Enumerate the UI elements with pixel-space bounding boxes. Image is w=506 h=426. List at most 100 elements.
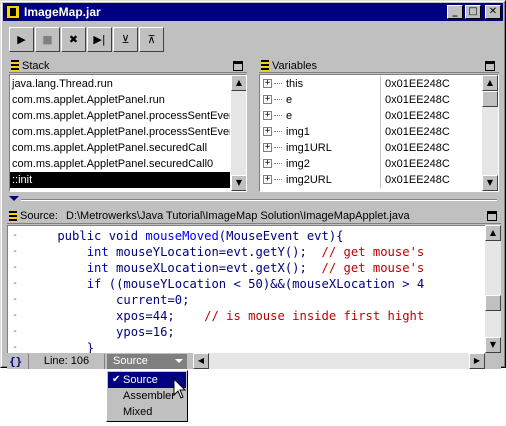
float-panel-icon[interactable] <box>485 60 495 71</box>
kill-button[interactable]: ✖ <box>61 27 86 52</box>
checkmark-icon: ✔ <box>112 374 121 385</box>
breakpoint-dash-icon[interactable]: - <box>12 308 18 324</box>
float-panel-icon[interactable] <box>487 211 497 221</box>
run-button[interactable]: ▶ <box>9 27 34 52</box>
expand-plus-icon[interactable]: + <box>263 175 272 184</box>
stack-scrollbar[interactable]: ▲ ▼ <box>231 75 246 191</box>
float-panel-icon[interactable] <box>233 60 243 71</box>
source-hscrollbar[interactable]: ◀ ▶ <box>193 353 485 369</box>
code-line[interactable]: - } <box>8 340 485 353</box>
breakpoint-dash-icon[interactable]: - <box>12 260 18 276</box>
code-token: int <box>86 261 109 275</box>
variable-row[interactable]: + img2URL 0x01EE248C <box>260 172 482 188</box>
panel-grip-icon[interactable] <box>9 210 17 222</box>
jar-icon[interactable] <box>6 5 20 19</box>
scroll-down-icon[interactable]: ▼ <box>485 337 501 353</box>
panel-grip-icon[interactable] <box>261 60 269 71</box>
step-out-button[interactable]: ⊼ <box>139 27 164 52</box>
stack-list[interactable]: java.lang.Thread.run com.ms.applet.Applet… <box>9 74 247 192</box>
variable-name: e <box>286 110 293 122</box>
variable-name: e <box>286 94 293 106</box>
breakpoint-dash-icon[interactable]: - <box>12 340 18 353</box>
variable-row[interactable]: + this 0x01EE248C <box>260 76 482 92</box>
variable-row[interactable]: + e 0x01EE248C <box>260 108 482 124</box>
step-over-button[interactable]: ▶| <box>87 27 112 52</box>
expand-plus-icon[interactable]: + <box>263 111 272 120</box>
stack-frame-row[interactable]: ::init <box>10 172 230 188</box>
scroll-thumb[interactable] <box>482 91 498 107</box>
title-bar[interactable]: ImageMap.jar _ □ ✕ <box>3 3 503 21</box>
breakpoint-dash-icon[interactable]: - <box>12 324 18 340</box>
stack-frame-row[interactable]: com.ms.applet.AppletPanel.securedCall <box>10 140 230 156</box>
tree-connector <box>274 172 282 180</box>
scroll-left-icon[interactable]: ◀ <box>193 353 209 369</box>
variable-row[interactable]: + img1URL 0x01EE248C <box>260 140 482 156</box>
expand-plus-icon[interactable]: + <box>263 95 272 104</box>
collapse-triangle-icon[interactable] <box>9 196 19 201</box>
code-line[interactable]: - int mouseXLocation=evt.getX(); // get … <box>8 260 485 276</box>
scroll-right-icon[interactable]: ▶ <box>469 353 485 369</box>
stack-frame-row[interactable]: com.ms.applet.AppletPanel.processSentEve… <box>10 124 230 140</box>
scroll-thumb[interactable] <box>485 295 501 311</box>
code-text: int mouseXLocation=evt.getX(); // get mo… <box>28 260 425 276</box>
stop-button[interactable]: ■ <box>35 27 60 52</box>
scroll-down-icon[interactable]: ▼ <box>231 175 246 191</box>
variable-name: img2URL <box>286 174 332 186</box>
stack-frame-row[interactable]: com.ms.applet.AppletPanel.securedCall0 <box>10 156 230 172</box>
column-divider <box>380 156 381 172</box>
code-text: int mouseYLocation=evt.getY(); // get mo… <box>28 244 425 260</box>
step-into-button[interactable]: ⊻ <box>113 27 138 52</box>
variable-name: img1 <box>286 126 310 138</box>
variables-scrollbar[interactable]: ▲ ▼ <box>482 75 498 191</box>
tree-connector <box>274 108 282 116</box>
view-mode-select[interactable]: Source <box>107 353 187 369</box>
code-line[interactable]: - int mouseYLocation=evt.getY(); // get … <box>8 244 485 260</box>
breakpoint-dash-icon[interactable]: - <box>12 228 18 244</box>
scroll-down-icon[interactable]: ▼ <box>482 175 498 191</box>
code-line[interactable]: - xpos=44; // is mouse inside first high… <box>8 308 485 324</box>
scroll-up-icon[interactable]: ▲ <box>482 75 498 91</box>
stack-frame-row[interactable]: java.lang.Thread.run <box>10 76 230 92</box>
scroll-up-icon[interactable]: ▲ <box>231 75 246 91</box>
expand-plus-icon[interactable]: + <box>263 127 272 136</box>
expand-plus-icon[interactable]: + <box>263 79 272 88</box>
breakpoint-dash-icon[interactable]: - <box>12 292 18 308</box>
expand-plus-icon[interactable]: + <box>263 143 272 152</box>
maximize-button[interactable]: □ <box>465 5 481 19</box>
column-divider <box>380 172 381 188</box>
variable-row[interactable]: + img2 0x01EE248C <box>260 156 482 172</box>
step-over-icon: ▶| <box>93 33 106 46</box>
panel-grip-icon[interactable] <box>11 60 19 71</box>
splitter-line <box>21 199 497 201</box>
scroll-up-icon[interactable]: ▲ <box>485 225 501 241</box>
minimize-button[interactable]: _ <box>447 5 463 19</box>
code-text: xpos=44; // is mouse inside first hight <box>28 308 424 324</box>
code-token: xpos=44; <box>28 309 205 323</box>
stack-frame-row[interactable]: com.ms.applet.AppletPanel.processSentEve… <box>10 108 230 124</box>
code-line[interactable]: - ypos=16; <box>8 324 485 340</box>
stack-frame-row[interactable]: com.ms.applet.AppletPanel.run <box>10 92 230 108</box>
expand-plus-icon[interactable]: + <box>263 159 272 168</box>
code-token: (MouseEvent evt){ <box>218 229 344 243</box>
menu-item-mixed[interactable]: Mixed <box>108 404 186 420</box>
breakpoint-dash-icon[interactable]: - <box>12 276 18 292</box>
pane-splitter[interactable] <box>5 196 501 204</box>
variable-row[interactable]: + e 0x01EE248C <box>260 92 482 108</box>
breakpoint-dash-icon[interactable]: - <box>12 244 18 260</box>
source-code-view[interactable]: - public void mouseMoved(MouseEvent evt)… <box>7 225 485 353</box>
function-menu-icon[interactable]: {} <box>7 353 29 369</box>
stop-icon: ■ <box>42 33 53 46</box>
variable-value: 0x01EE248C <box>385 158 450 170</box>
variables-list[interactable]: + this 0x01EE248C + e 0x01EE248C + e 0x01EE248C +… <box>259 74 499 192</box>
variable-row[interactable]: + img1 0x01EE248C <box>260 124 482 140</box>
code-line[interactable]: - public void mouseMoved(MouseEvent evt)… <box>8 228 485 244</box>
code-line[interactable]: - current=0; <box>8 292 485 308</box>
close-button[interactable]: ✕ <box>485 5 501 19</box>
code-text: } <box>28 340 94 353</box>
source-vscrollbar[interactable]: ▲ ▼ <box>485 225 501 353</box>
code-token: public void <box>28 229 146 243</box>
variables-rows: + this 0x01EE248C + e 0x01EE248C + e 0x01EE248C +… <box>260 76 482 188</box>
code-line[interactable]: - if ((mouseYLocation < 50)&&(mouseXLoca… <box>8 276 485 292</box>
